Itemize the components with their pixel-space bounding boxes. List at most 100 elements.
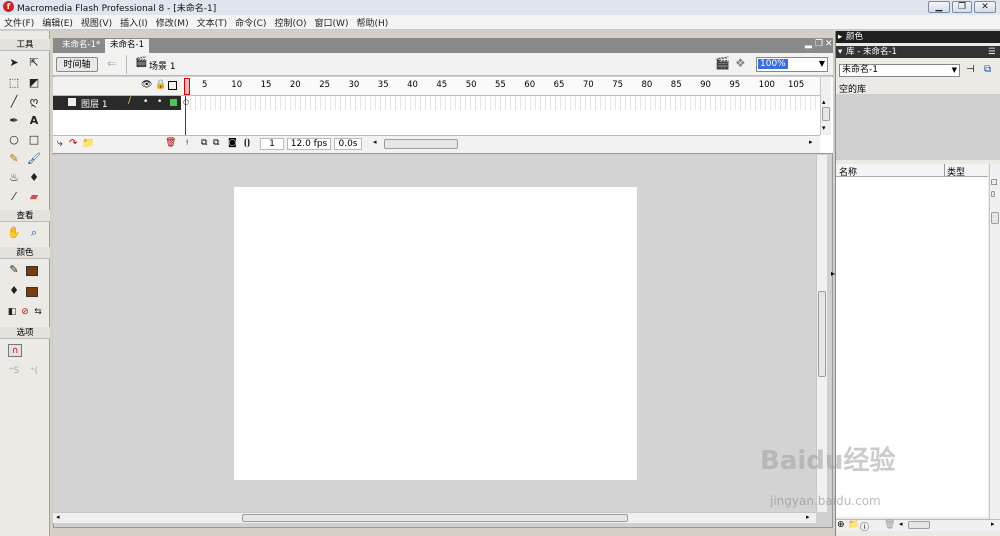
frame-row[interactable]: ○: [181, 96, 820, 136]
add-motion-guide-icon[interactable]: ↷: [69, 138, 77, 149]
rectangle-tool-icon[interactable]: □: [26, 132, 42, 148]
selection-tool-icon[interactable]: ➤: [6, 55, 22, 71]
scroll-up-icon[interactable]: ▴: [822, 98, 826, 106]
insert-layer-icon[interactable]: ⤷: [57, 138, 63, 149]
text-tool-icon[interactable]: A: [26, 113, 42, 129]
menu-help[interactable]: 帮助(H): [352, 15, 392, 29]
menu-text[interactable]: 文本(T): [193, 15, 232, 29]
pen-tool-icon[interactable]: ✒: [6, 113, 22, 129]
tab-document-2[interactable]: 未命名-1: [105, 39, 149, 53]
insert-folder-icon[interactable]: 📁: [82, 138, 94, 149]
lib-scroll-left-icon[interactable]: ◂: [899, 520, 903, 528]
swap-colors-icon[interactable]: ⇆: [30, 304, 46, 320]
delete-item-icon[interactable]: 🗑: [884, 520, 895, 530]
frame-ruler[interactable]: 5 10 15 20 25 30 35 40 45 50 55 60 65 70 75 80 85 90 95 100…: [181, 77, 820, 96]
lasso-tool-icon[interactable]: ღ: [26, 94, 42, 110]
onion-skin-icon[interactable]: ⧉: [201, 138, 207, 148]
doc-close-icon[interactable]: ✕: [825, 39, 833, 49]
playhead[interactable]: [184, 78, 190, 95]
scroll-right-icon[interactable]: ▸: [809, 138, 813, 146]
library-v-scroll-thumb[interactable]: [991, 212, 999, 224]
lib-scroll-right-icon[interactable]: ▸: [991, 520, 995, 528]
properties-icon[interactable]: ⓘ: [860, 520, 869, 533]
subselection-tool-icon[interactable]: ⇱: [26, 55, 42, 71]
layer-outline-color[interactable]: [170, 99, 177, 106]
smooth-icon[interactable]: ⁺S: [6, 363, 22, 379]
ink-bottle-tool-icon[interactable]: ♨: [6, 170, 22, 186]
outline-icon[interactable]: [168, 81, 177, 90]
oval-tool-icon[interactable]: ○: [6, 132, 22, 148]
stroke-color-swatch[interactable]: [26, 266, 38, 276]
onion-outline-icon[interactable]: ⧉: [213, 138, 219, 148]
minimize-button[interactable]: ▁: [928, 1, 950, 13]
edit-symbol-icon[interactable]: ❖: [735, 56, 746, 70]
menu-view[interactable]: 视图(V): [77, 15, 116, 29]
eye-icon[interactable]: 👁: [141, 80, 152, 90]
layer-lock-dot[interactable]: •: [157, 97, 162, 107]
new-symbol-icon[interactable]: ⊕: [837, 520, 845, 530]
panel-menu-icon[interactable]: ☰: [988, 46, 996, 58]
stage[interactable]: [234, 187, 637, 480]
delete-layer-icon[interactable]: 🗑: [165, 138, 176, 148]
menu-edit[interactable]: 编辑(E): [38, 15, 77, 29]
modify-markers-icon[interactable]: ⦗⦘: [244, 138, 250, 148]
menu-file[interactable]: 文件(F): [0, 15, 38, 29]
stage-scroll-right-icon[interactable]: ▸: [806, 513, 810, 521]
zoom-select[interactable]: 100% ▼: [756, 57, 828, 72]
timeline-v-scroll-thumb[interactable]: [822, 107, 830, 121]
scroll-down-icon[interactable]: ▾: [822, 124, 826, 132]
panel-collapse-arrow-icon[interactable]: ▸: [831, 269, 835, 278]
line-tool-icon[interactable]: ╱: [6, 94, 22, 110]
menu-window[interactable]: 窗口(W): [311, 15, 353, 29]
brush-tool-icon[interactable]: 🖌: [26, 151, 42, 167]
lib-wide-icon[interactable]: □: [991, 178, 998, 186]
snap-magnet-icon[interactable]: ∩: [8, 344, 22, 357]
doc-minimize-icon[interactable]: ▂: [805, 39, 812, 49]
free-transform-tool-icon[interactable]: ⬚: [6, 75, 22, 91]
eraser-tool-icon[interactable]: ▰: [26, 189, 42, 205]
color-panel-header[interactable]: ▸ 颜色: [836, 31, 1000, 43]
menu-insert[interactable]: 插入(I): [116, 15, 152, 29]
doc-restore-icon[interactable]: ❐: [815, 39, 823, 49]
pin-icon[interactable]: ⊣: [966, 64, 975, 75]
library-h-scroll-thumb[interactable]: [908, 521, 930, 529]
timeline-toggle-button[interactable]: 时间轴: [56, 57, 98, 72]
stage-scroll-left-icon[interactable]: ◂: [56, 513, 60, 521]
layer-visible-dot[interactable]: •: [143, 97, 148, 107]
tab-document-1[interactable]: 未命名-1*: [57, 39, 105, 53]
timeline-v-scrollbar[interactable]: ▴ ▾: [820, 77, 831, 135]
timeline-h-scroll-thumb[interactable]: [384, 139, 458, 149]
close-button[interactable]: ✕: [974, 1, 996, 13]
library-select[interactable]: 未命名-1 ▼: [839, 64, 960, 77]
new-folder-icon[interactable]: 📁: [848, 520, 859, 530]
stage-h-scrollbar[interactable]: ◂ ▸: [53, 512, 816, 523]
library-panel-header[interactable]: ▾ 库 - 未命名-1 ☰: [836, 46, 1000, 58]
frame-rate[interactable]: 12.0 fps: [287, 138, 331, 150]
stage-v-scroll-thumb[interactable]: [818, 291, 826, 377]
back-arrow-icon[interactable]: ⇐: [107, 57, 116, 70]
new-library-icon[interactable]: ⧉: [984, 64, 991, 75]
edit-multiple-frames-icon[interactable]: ◙: [228, 138, 237, 148]
edit-scene-icon[interactable]: 🎬: [715, 56, 730, 70]
hand-tool-icon[interactable]: ✋: [6, 225, 22, 241]
tools-panel: 工具 ➤ ⇱ ⬚ ◩ ╱ ღ ✒ A ○ □ ✎ 🖌 ♨ ♦ ⁄ ▰ 查看 ✋ …: [0, 31, 50, 536]
pencil-icon: /: [128, 96, 132, 106]
lock-icon[interactable]: 🔒: [155, 80, 166, 90]
eyedropper-tool-icon[interactable]: ⁄: [6, 189, 22, 205]
fill-color-swatch[interactable]: [26, 287, 38, 297]
menu-commands[interactable]: 命令(C): [231, 15, 270, 29]
zoom-tool-icon[interactable]: ⌕: [26, 225, 42, 241]
menu-control[interactable]: 控制(O): [270, 15, 310, 29]
fill-transform-tool-icon[interactable]: ◩: [26, 75, 42, 91]
pencil-tool-icon[interactable]: ✎: [6, 151, 22, 167]
library-v-scrollbar[interactable]: □ ▯: [989, 164, 1000, 519]
menu-modify[interactable]: 修改(M): [152, 15, 193, 29]
paint-bucket-tool-icon[interactable]: ♦: [26, 170, 42, 186]
lib-narrow-icon[interactable]: ▯: [991, 190, 995, 198]
stage-h-scroll-thumb[interactable]: [242, 514, 628, 522]
restore-button[interactable]: ❐: [952, 1, 972, 13]
scroll-left-icon[interactable]: ◂: [373, 138, 377, 146]
layer-row[interactable]: 图层 1 / • •: [53, 96, 181, 110]
center-frame-icon[interactable]: ⍿: [186, 138, 188, 148]
straighten-icon[interactable]: ⁺(: [26, 363, 42, 379]
